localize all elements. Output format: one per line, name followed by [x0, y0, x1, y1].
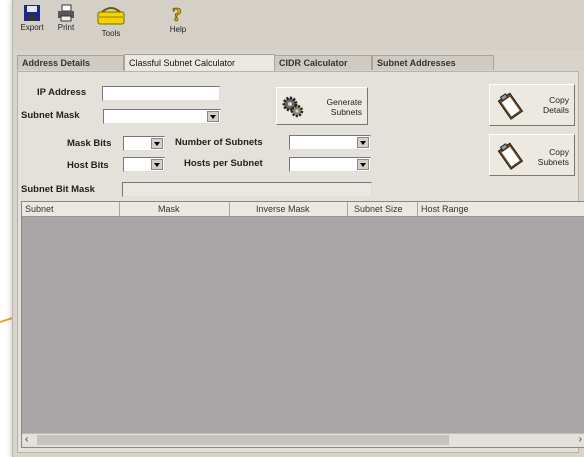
column-header-mask[interactable]: Mask: [120, 202, 230, 216]
scroll-right-icon[interactable]: ›: [579, 434, 582, 446]
tab-bar: Address Details Classful Subnet Calculat…: [17, 54, 583, 71]
copy-subnets-label: Copy Subnets: [537, 147, 569, 167]
number-of-subnets-select[interactable]: [289, 135, 371, 150]
ip-address-label: IP Address: [37, 87, 87, 98]
tools-button[interactable]: Tools: [91, 4, 131, 38]
chevron-down-icon[interactable]: [151, 159, 163, 170]
tab-subnet-addresses[interactable]: Subnet Addresses: [372, 55, 494, 70]
hosts-per-subnet-label: Hosts per Subnet: [184, 158, 263, 169]
column-header-inverse-mask[interactable]: Inverse Mask: [230, 202, 348, 216]
floppy-disk-icon: [24, 5, 40, 21]
clipboard-icon: [497, 92, 524, 120]
ip-address-input[interactable]: [102, 86, 220, 101]
tab-address-details[interactable]: Address Details: [17, 55, 124, 70]
column-header-subnet[interactable]: Subnet: [22, 202, 120, 216]
subnet-list-header: Subnet Mask Inverse Mask Subnet Size Hos…: [22, 202, 584, 217]
mask-bits-select[interactable]: [123, 136, 165, 151]
generate-subnets-button[interactable]: Generate Subnets: [276, 87, 368, 125]
mask-bits-label: Mask Bits: [67, 138, 112, 149]
number-of-subnets-label: Number of Subnets: [175, 137, 263, 148]
chevron-down-icon[interactable]: [151, 138, 163, 149]
chevron-down-icon[interactable]: [207, 111, 219, 122]
chevron-down-icon[interactable]: [357, 159, 369, 170]
chevron-down-icon[interactable]: [357, 137, 369, 148]
gears-icon: [282, 96, 304, 118]
scrollbar-thumb[interactable]: [37, 435, 449, 445]
copy-details-button[interactable]: Copy Details: [489, 84, 575, 126]
tab-classful-subnet-calculator[interactable]: Classful Subnet Calculator: [124, 54, 275, 71]
subnet-mask-label: Subnet Mask: [21, 110, 80, 121]
export-button[interactable]: Export: [15, 4, 49, 32]
scroll-left-icon[interactable]: ‹: [25, 434, 28, 446]
copy-details-label: Copy Details: [543, 95, 569, 115]
copy-subnets-button[interactable]: Copy Subnets: [489, 134, 575, 176]
generate-subnets-label: Generate Subnets: [326, 97, 362, 117]
tab-cidr-calculator[interactable]: CIDR Calculator: [274, 55, 372, 70]
help-button[interactable]: ? Help: [161, 4, 195, 34]
hosts-per-subnet-select[interactable]: [289, 157, 371, 172]
printer-icon: [58, 4, 74, 22]
subnet-mask-select[interactable]: [103, 109, 221, 124]
export-label: Export: [20, 23, 44, 32]
toolbox-icon: [97, 7, 125, 25]
print-label: Print: [57, 23, 75, 32]
subnet-bit-mask-field: [122, 182, 372, 197]
subnet-list[interactable]: Subnet Mask Inverse Mask Subnet Size Hos…: [21, 201, 584, 448]
svg-text:?: ?: [172, 4, 182, 24]
toolbar: Export Print Tools ? Help: [13, 0, 584, 50]
host-bits-select[interactable]: [123, 157, 165, 172]
host-bits-label: Host Bits: [67, 160, 109, 171]
tools-label: Tools: [101, 29, 121, 38]
print-button[interactable]: Print: [49, 4, 83, 32]
column-header-subnet-size[interactable]: Subnet Size: [348, 202, 418, 216]
app-window: Export Print Tools ? Help Address Detail…: [12, 0, 584, 457]
clipboard-icon: [497, 142, 524, 170]
column-header-host-range[interactable]: Host Range: [418, 202, 584, 216]
horizontal-scrollbar[interactable]: ‹ ›: [22, 433, 584, 447]
question-mark-icon: ?: [172, 4, 183, 24]
subnet-bit-mask-label: Subnet Bit Mask: [21, 184, 95, 195]
help-label: Help: [169, 25, 187, 34]
